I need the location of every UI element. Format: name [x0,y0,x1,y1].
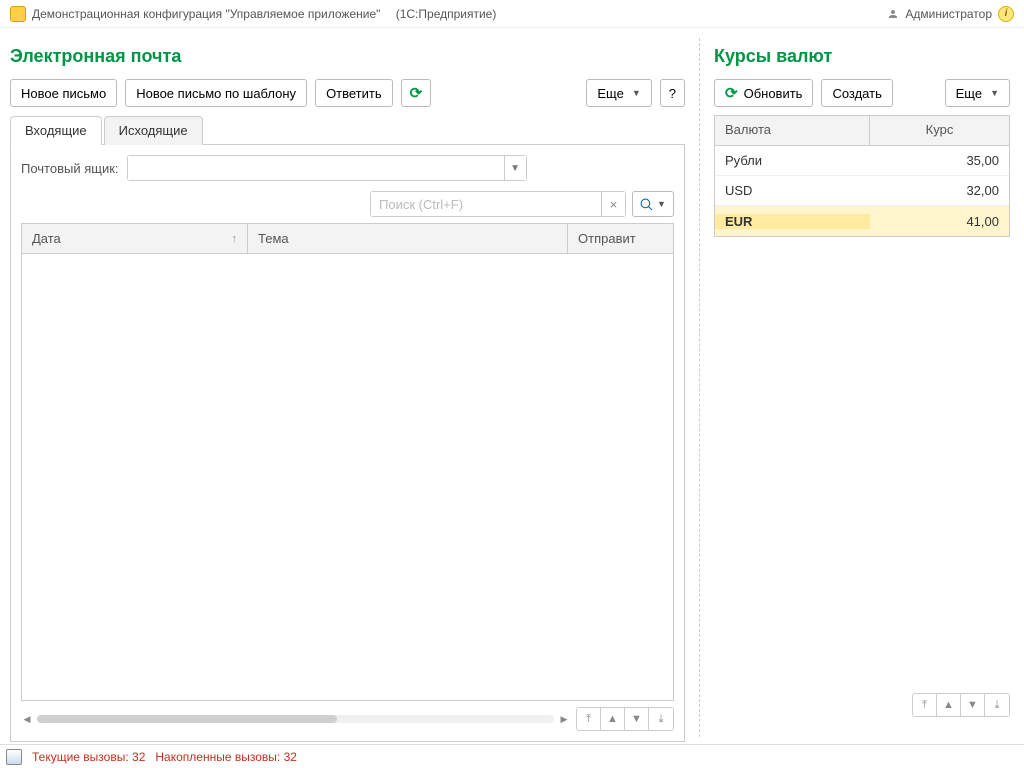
titlebar: Демонстрационная конфигурация "Управляем… [0,0,1024,28]
horizontal-scrollbar[interactable]: ◀ ▶ [21,712,570,726]
chevron-down-icon: ▼ [657,199,666,209]
chevron-down-icon: ▼ [990,88,999,98]
search-button[interactable]: ▼ [632,191,674,217]
currency-rate: 41,00 [870,214,1009,229]
tab-outbox[interactable]: Исходящие [104,116,203,145]
scroll-right-icon[interactable]: ▶ [558,713,570,725]
col-sender[interactable]: Отправит [568,224,673,253]
currency-name: USD [715,183,870,198]
platform-label: (1С:Предприятие) [396,7,497,21]
nav-first-button[interactable]: ⤒ [913,694,937,716]
currency-refresh-button[interactable]: ⟳ Обновить [714,79,813,107]
currency-toolbar: ⟳ Обновить Создать Еще▼ [714,79,1010,107]
mail-grid-body[interactable] [22,254,673,700]
nav-down-button[interactable]: ▼ [961,694,985,716]
currency-table: Валюта Курс Рубли35,00USD32,00EUR41,00 [714,115,1010,237]
mailbox-dropdown-button[interactable]: ▼ [504,156,526,180]
mailbox-input[interactable] [128,156,504,180]
col-date[interactable]: Дата ↑ [22,224,248,253]
app-icon [10,6,26,22]
info-icon[interactable]: i [998,6,1014,22]
reply-button[interactable]: Ответить [315,79,393,107]
currency-more-button[interactable]: Еще▼ [945,79,1010,107]
currency-title: Курсы валют [714,46,1010,67]
tab-content: Почтовый ящик: ▼ × ▼ [10,145,685,742]
current-calls: Текущие вызовы: 32 [32,750,145,764]
email-more-button[interactable]: Еще▼ [586,79,651,107]
config-name: Демонстрационная конфигурация "Управляем… [32,7,380,21]
currency-nav-buttons: ⤒ ▲ ▼ ⤓ [912,693,1010,717]
mailbox-label: Почтовый ящик: [21,161,119,176]
user-name: Администратор [905,7,992,21]
scroll-left-icon[interactable]: ◀ [21,713,33,725]
currency-name: EUR [715,214,870,229]
user-icon [887,7,899,21]
accumulated-calls: Накопленные вызовы: 32 [155,750,297,764]
nav-down-button[interactable]: ▼ [625,708,649,730]
nav-first-button[interactable]: ⤒ [577,708,601,730]
email-tabs: Входящие Исходящие [10,115,685,145]
col-rate[interactable]: Курс [870,116,1009,145]
currency-rate: 32,00 [870,183,1009,198]
col-subject[interactable]: Тема [248,224,568,253]
perf-monitor-icon[interactable] [6,749,22,765]
currency-create-button[interactable]: Создать [821,79,892,107]
email-title: Электронная почта [10,46,685,67]
new-mail-template-button[interactable]: Новое письмо по шаблону [125,79,307,107]
nav-last-button[interactable]: ⤓ [649,708,673,730]
currency-name: Рубли [715,153,870,168]
email-toolbar: Новое письмо Новое письмо по шаблону Отв… [10,79,685,107]
currency-row[interactable]: USD32,00 [715,176,1009,206]
mail-grid: Дата ↑ Тема Отправит [21,223,674,701]
mail-nav-buttons: ⤒ ▲ ▼ ⤓ [576,707,674,731]
sort-asc-icon: ↑ [232,233,238,245]
search-clear-button[interactable]: × [601,192,625,216]
tab-inbox[interactable]: Входящие [10,116,102,145]
mail-grid-header: Дата ↑ Тема Отправит [22,224,673,254]
mailbox-combo[interactable]: ▼ [127,155,527,181]
col-currency[interactable]: Валюта [715,116,870,145]
nav-last-button[interactable]: ⤓ [985,694,1009,716]
new-mail-button[interactable]: Новое письмо [10,79,117,107]
nav-up-button[interactable]: ▲ [937,694,961,716]
currency-table-header: Валюта Курс [715,116,1009,146]
email-help-button[interactable]: ? [660,79,685,107]
currency-rate: 35,00 [870,153,1009,168]
search-input[interactable] [371,192,601,216]
chevron-down-icon: ▼ [632,88,641,98]
refresh-icon: ⟳ [410,84,423,102]
search-icon [640,198,653,211]
statusbar: Текущие вызовы: 32 Накопленные вызовы: 3… [0,744,1024,768]
nav-up-button[interactable]: ▲ [601,708,625,730]
refresh-icon: ⟳ [725,84,738,102]
currency-row[interactable]: Рубли35,00 [715,146,1009,176]
refresh-mail-button[interactable]: ⟳ [401,79,432,107]
search-box: × [370,191,626,217]
currency-row[interactable]: EUR41,00 [715,206,1009,236]
